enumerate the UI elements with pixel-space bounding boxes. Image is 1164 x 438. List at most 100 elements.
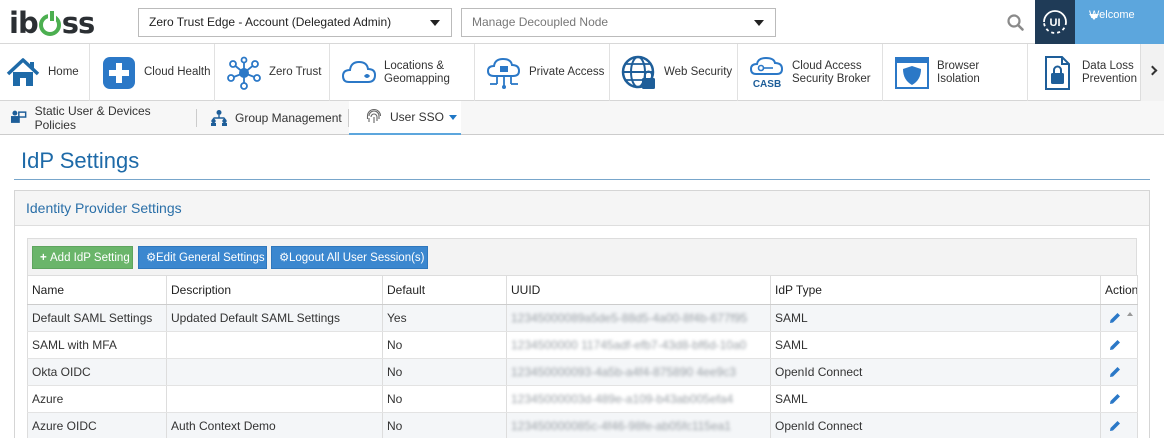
scroll-up-arrow[interactable] bbox=[1127, 312, 1133, 316]
cell-idp-type: OpenId Connect bbox=[770, 358, 1101, 386]
module-private-access-label: Private Access bbox=[529, 66, 605, 78]
module-casb-label-line2: Security Broker bbox=[792, 72, 871, 85]
account-select[interactable]: Zero Trust Edge - Account (Delegated Adm… bbox=[138, 8, 452, 37]
module-home[interactable]: Home bbox=[0, 44, 90, 101]
module-browser-isolation[interactable]: Browser Isolation bbox=[883, 44, 1028, 101]
title-divider bbox=[14, 179, 1150, 180]
cell-description: Updated Default SAML Settings bbox=[166, 304, 383, 332]
column-header-description[interactable]: Description bbox=[166, 275, 383, 305]
edit-general-settings-button[interactable]: ⚙Edit General Settings bbox=[138, 246, 267, 269]
cell-uuid: 12345000003d-489e-a109-b43ab005efa4 bbox=[506, 385, 771, 413]
table-header-row: Name Description Default UUID IdP Type A… bbox=[27, 275, 1138, 305]
node-select[interactable]: Manage Decoupled Node bbox=[461, 8, 776, 37]
module-data-loss-prevention[interactable]: Data Loss Prevention bbox=[1028, 44, 1140, 101]
ui-badge-text: UI bbox=[1050, 17, 1061, 29]
edit-pencil-icon[interactable] bbox=[1108, 392, 1122, 406]
user-devices-icon bbox=[10, 110, 27, 123]
cell-action bbox=[1100, 412, 1138, 438]
logo-text-right: ss bbox=[61, 6, 96, 40]
module-private-access[interactable]: Private Access bbox=[475, 44, 610, 101]
cloud-icon bbox=[341, 60, 377, 83]
cell-description bbox=[166, 358, 383, 386]
cell-action bbox=[1100, 331, 1138, 359]
globe-lock-icon bbox=[621, 55, 655, 89]
module-web-security[interactable]: Web Security bbox=[610, 44, 738, 101]
column-header-default[interactable]: Default bbox=[382, 275, 507, 305]
cloud-network-icon bbox=[486, 57, 521, 89]
top-bar: ib ss Zero Trust Edge - Account (Delegat… bbox=[0, 0, 1164, 44]
plus-icon bbox=[103, 56, 135, 89]
module-browser-label-line1: Browser bbox=[937, 59, 980, 72]
grid-toolbar: + Add IdP Setting ⚙Edit General Settings … bbox=[27, 238, 1137, 276]
uuid-value: 12345000003d-489e-a109-b43ab005efa4 bbox=[511, 392, 734, 406]
cell-uuid: 123450000093-4a5b-a4f4-875890 4ee9c3 bbox=[506, 358, 771, 386]
chevron-down-icon bbox=[1089, 14, 1099, 20]
module-casb-label: Cloud Access Security Broker bbox=[792, 60, 871, 86]
cell-default: Yes bbox=[382, 304, 507, 332]
panel-title: Identity Provider Settings bbox=[15, 191, 1149, 226]
node-select-value: Manage Decoupled Node bbox=[472, 15, 609, 29]
module-locations-geomapping[interactable]: Locations & Geomapping bbox=[330, 44, 475, 101]
casb-badge-text: CASB bbox=[753, 79, 781, 90]
account-select-value: Zero Trust Edge - Account (Delegated Adm… bbox=[149, 15, 392, 29]
tab-group-label: Group Management bbox=[235, 111, 342, 125]
welcome-menu[interactable]: Welcome bbox=[1075, 0, 1164, 44]
chevron-down-icon bbox=[430, 20, 440, 26]
network-icon bbox=[227, 56, 261, 90]
home-icon bbox=[6, 57, 40, 86]
uuid-value: 123450000085c-4f46-98fe-ab05fc115ea1 bbox=[511, 419, 731, 433]
edit-pencil-icon[interactable] bbox=[1108, 419, 1122, 433]
cell-action bbox=[1100, 358, 1138, 386]
table-row[interactable]: Azure No 12345000003d-489e-a109-b43ab005… bbox=[27, 385, 1138, 413]
plus-icon: + bbox=[40, 252, 47, 264]
cell-name: Azure OIDC bbox=[27, 412, 167, 438]
cell-idp-type: SAML bbox=[770, 304, 1101, 332]
module-nav: Home Cloud Health Zero Trust Locations &… bbox=[0, 44, 1164, 101]
edit-pencil-icon[interactable] bbox=[1108, 338, 1122, 352]
add-idp-setting-button[interactable]: + Add IdP Setting bbox=[32, 246, 133, 269]
edit-pencil-icon[interactable] bbox=[1108, 311, 1122, 325]
search-button[interactable] bbox=[1004, 12, 1028, 34]
module-casb-label-line1: Cloud Access bbox=[792, 59, 862, 72]
edit-pencil-icon[interactable] bbox=[1108, 365, 1122, 379]
module-zero-trust[interactable]: Zero Trust bbox=[215, 44, 330, 101]
cell-name: Azure bbox=[27, 385, 167, 413]
fingerprint-icon bbox=[366, 108, 382, 123]
tab-group-management[interactable]: Group Management bbox=[210, 101, 350, 135]
cell-default: No bbox=[382, 331, 507, 359]
chevron-right-icon bbox=[1147, 65, 1158, 76]
table-row[interactable]: SAML with MFA No 1234500000 11745adf-efb… bbox=[27, 331, 1138, 359]
cell-description: Auth Context Demo bbox=[166, 412, 383, 438]
power-icon bbox=[38, 11, 61, 36]
edit-general-label: Edit General Settings bbox=[156, 252, 265, 264]
tab-user-sso[interactable]: User SSO bbox=[349, 101, 461, 135]
cell-default: No bbox=[382, 412, 507, 438]
table-row[interactable]: Default SAML Settings Updated Default SA… bbox=[27, 304, 1138, 332]
module-nav-next-button[interactable] bbox=[1140, 44, 1164, 101]
ui-switch-button[interactable]: UI bbox=[1035, 0, 1075, 44]
cell-idp-type: SAML bbox=[770, 331, 1101, 359]
tab-static-user-devices-policies[interactable]: Static User & Devices Policies bbox=[10, 101, 192, 135]
idp-settings-table: Name Description Default UUID IdP Type A… bbox=[27, 275, 1138, 438]
module-cloud-health[interactable]: Cloud Health bbox=[90, 44, 215, 101]
browser-shield-icon bbox=[895, 56, 929, 89]
tab-static-label: Static User & Devices Policies bbox=[34, 104, 151, 132]
module-dlp-label-line2: Prevention bbox=[1082, 72, 1137, 85]
search-icon bbox=[1007, 14, 1024, 31]
cell-default: No bbox=[382, 358, 507, 386]
cell-description bbox=[166, 385, 383, 413]
column-header-name[interactable]: Name bbox=[27, 275, 167, 305]
iboss-logo[interactable]: ib ss bbox=[9, 6, 96, 40]
uuid-value: 1234500000 11745adf-efb7-43d8-bf6d-10a0 bbox=[511, 338, 747, 352]
module-casb[interactable]: CASB Cloud Access Security Broker bbox=[738, 44, 883, 101]
column-header-idp-type[interactable]: IdP Type bbox=[770, 275, 1101, 305]
module-web-security-label: Web Security bbox=[664, 66, 733, 78]
column-header-uuid[interactable]: UUID bbox=[506, 275, 771, 305]
table-row[interactable]: Azure OIDC Auth Context Demo No 12345000… bbox=[27, 412, 1138, 438]
table-row[interactable]: Okta OIDC No 123450000093-4a5b-a4f4-8758… bbox=[27, 358, 1138, 386]
gear-icon: ⚙ bbox=[146, 252, 157, 264]
logout-all-sessions-button[interactable]: ⚙Logout All User Session(s) bbox=[271, 246, 428, 269]
page-title: IdP Settings bbox=[21, 148, 140, 173]
uuid-value: 123450000093-4a5b-a4f4-875890 4ee9c3 bbox=[511, 365, 736, 379]
chevron-down-icon bbox=[754, 20, 764, 26]
